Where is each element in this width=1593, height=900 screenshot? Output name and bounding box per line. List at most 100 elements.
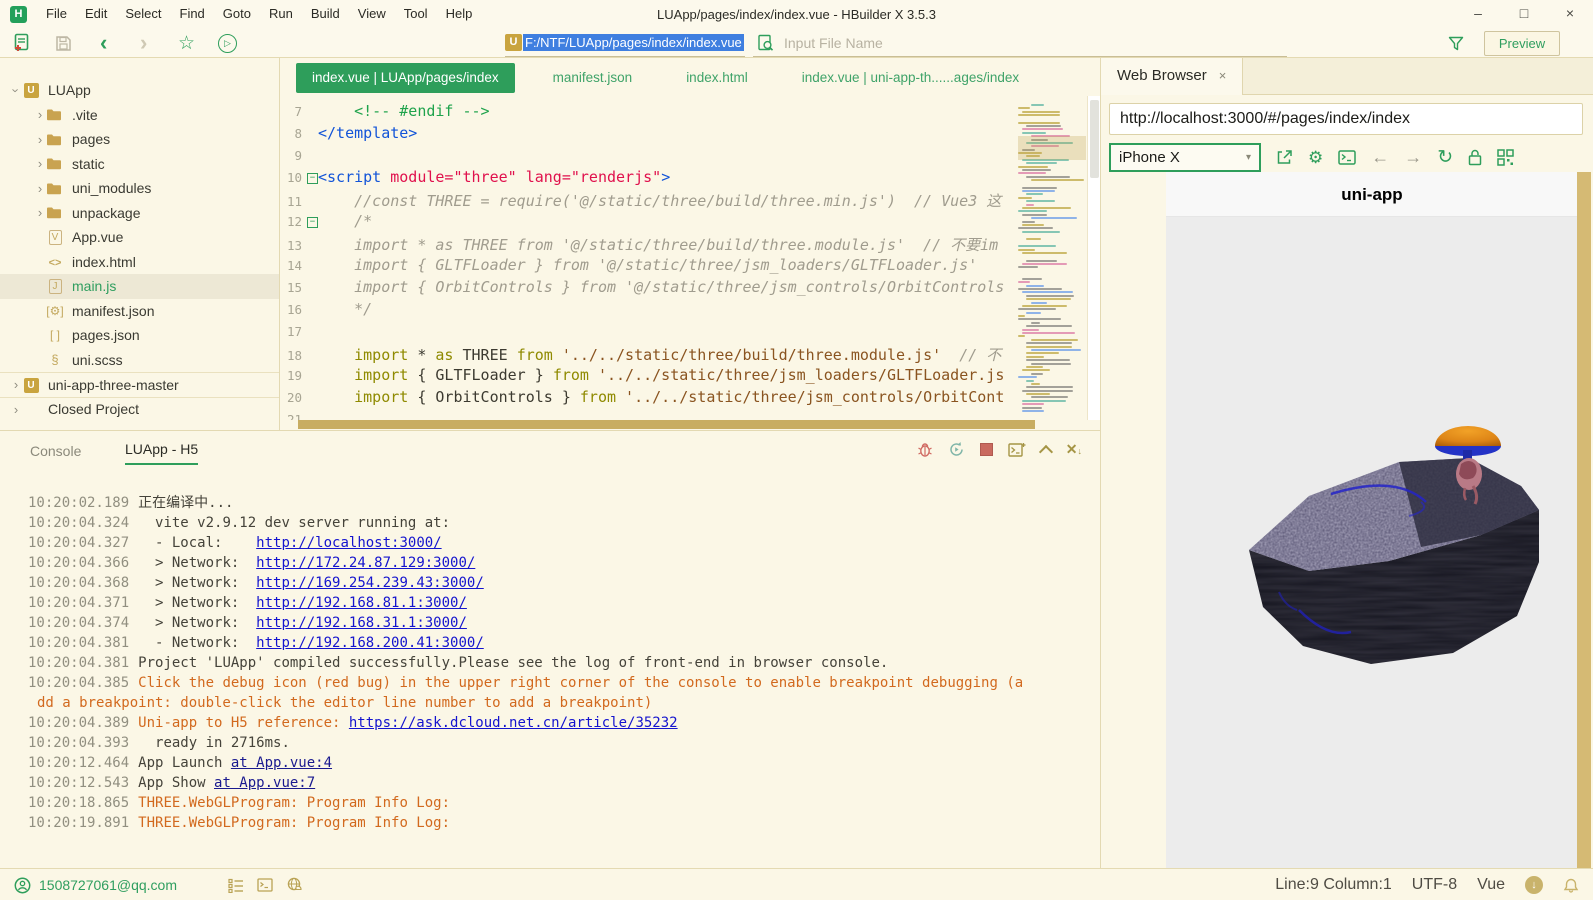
navigate-back-button[interactable]: ‹ (100, 28, 107, 58)
filter-button[interactable] (1448, 28, 1464, 58)
tree-item-pages-json[interactable]: [ ] pages.json (0, 323, 279, 348)
tree-item-main-js[interactable]: Jmain.js (0, 274, 279, 299)
line-number[interactable]: 18 (280, 348, 302, 363)
tab-web-browser[interactable]: Web Browser × (1101, 58, 1244, 95)
console-link[interactable]: https://ask.dcloud.net.cn/article/35232 (349, 715, 678, 731)
clear-icon[interactable]: ✕↓ (1066, 441, 1082, 458)
tree-item-uni-app-three-master[interactable]: › Uuni-app-three-master (0, 372, 279, 397)
collapse-icon[interactable] (1038, 444, 1053, 459)
menu-view[interactable]: View (349, 0, 395, 28)
open-external-icon[interactable] (1276, 149, 1293, 166)
close-button[interactable]: × (1547, 0, 1593, 28)
tree-item--vite[interactable]: › .vite (0, 103, 279, 128)
console-output[interactable]: 10:20:02.189 正在编译中... 10:20:04.324 vite v2… (28, 481, 1092, 868)
tree-item-index-html[interactable]: <> index.html (0, 250, 279, 275)
menu-find[interactable]: Find (171, 0, 214, 28)
line-number[interactable]: 20 (280, 390, 302, 405)
code-editor[interactable]: 7 <!-- #endif --> 8 </template> 9 10− <script… (280, 96, 1087, 420)
menu-tool[interactable]: Tool (395, 0, 437, 28)
line-number[interactable]: 13 (280, 238, 302, 253)
line-number[interactable]: 7 (280, 104, 302, 119)
tree-item-luapp[interactable]: › U LUApp (0, 78, 279, 103)
menu-goto[interactable]: Goto (214, 0, 260, 28)
device-select[interactable]: iPhone X ▾ (1109, 142, 1261, 172)
navigate-forward-button[interactable]: › (140, 28, 147, 58)
tree-chevron-icon[interactable]: › (34, 205, 46, 220)
threejs-scene[interactable] (1221, 402, 1551, 667)
back-arrow-icon[interactable]: ← (1371, 147, 1389, 168)
new-terminal-icon[interactable] (1008, 442, 1026, 458)
vertical-scrollbar-thumb[interactable] (1090, 100, 1099, 178)
menu-build[interactable]: Build (302, 0, 349, 28)
tree-item-pages[interactable]: › pages (0, 127, 279, 152)
line-number[interactable]: 19 (280, 368, 302, 383)
tree-item-uni-modules[interactable]: › uni_modules (0, 176, 279, 201)
stop-icon[interactable] (979, 443, 993, 456)
address-bar[interactable]: U F:/NTF/LUApp/pages/index/index.vue (505, 29, 745, 57)
tree-item-static[interactable]: › static (0, 152, 279, 177)
editor-tab[interactable]: manifest.json (537, 63, 649, 93)
terminal-icon[interactable] (257, 878, 273, 892)
tree-chevron-icon[interactable]: › (10, 402, 22, 417)
preview-button[interactable]: Preview (1484, 31, 1560, 56)
console-link[interactable]: http://localhost:3000/ (256, 535, 441, 551)
forward-arrow-icon[interactable]: → (1404, 147, 1422, 168)
debug-bug-icon[interactable] (917, 441, 933, 458)
tree-chevron-icon[interactable]: › (9, 84, 24, 96)
gear-icon[interactable]: ⚙ (1308, 149, 1323, 166)
terminal-icon[interactable] (1338, 149, 1356, 165)
menu-edit[interactable]: Edit (76, 0, 116, 28)
browser-tab-close-icon[interactable]: × (1219, 68, 1227, 83)
browser-url-input[interactable]: http://localhost:3000/#/pages/index/inde… (1109, 103, 1583, 135)
fold-icon[interactable]: − (307, 173, 318, 184)
line-number[interactable]: 15 (280, 280, 302, 295)
run-button[interactable]: ▷ (218, 28, 237, 58)
editor-tab[interactable]: index.vue | uni-app-th......ages/index (786, 63, 1035, 93)
line-number[interactable]: 11 (280, 194, 302, 209)
fold-icon[interactable]: − (307, 217, 318, 228)
editor-tab[interactable]: index.vue | LUApp/pages/index (296, 63, 515, 93)
line-number[interactable]: 21 (280, 412, 302, 420)
line-number[interactable]: 16 (280, 302, 302, 317)
line-number[interactable]: 12 (280, 214, 302, 229)
console-tab-luapp-h5[interactable]: LUApp - H5 (125, 441, 199, 465)
restart-icon[interactable] (948, 441, 965, 458)
tree-chevron-icon[interactable]: › (10, 377, 22, 392)
globe-icon[interactable] (286, 877, 303, 893)
menu-file[interactable]: File (37, 0, 76, 28)
tree-item-app-vue[interactable]: V App.vue (0, 225, 279, 250)
line-number[interactable]: 10 (280, 170, 302, 185)
vertical-scrollbar[interactable] (1087, 96, 1100, 420)
refresh-icon[interactable]: ↻ (1437, 148, 1453, 167)
console-link[interactable]: http://192.168.31.1:3000/ (256, 615, 467, 631)
tree-chevron-icon[interactable]: › (34, 156, 46, 171)
console-link[interactable]: at App.vue:7 (214, 775, 315, 791)
tree-chevron-icon[interactable]: › (34, 181, 46, 196)
line-number[interactable]: 14 (280, 258, 302, 273)
qrcode-icon[interactable] (1497, 148, 1514, 166)
notification-bell-icon[interactable] (1563, 877, 1579, 894)
console-link[interactable]: http://192.168.81.1:3000/ (256, 595, 467, 611)
account-email[interactable]: 1508727061@qq.com (39, 877, 177, 893)
update-download-icon[interactable]: ↓ (1525, 876, 1543, 894)
menu-select[interactable]: Select (116, 0, 170, 28)
minimap-viewport[interactable] (1018, 136, 1086, 160)
horizontal-scrollbar-thumb[interactable] (298, 420, 1035, 429)
console-link[interactable]: at App.vue:4 (231, 755, 332, 771)
console-link[interactable]: http://172.24.87.129:3000/ (256, 555, 475, 571)
minimize-button[interactable]: – (1455, 0, 1501, 28)
todo-list-icon[interactable] (228, 878, 244, 893)
save-button[interactable] (55, 28, 72, 58)
editor-tab[interactable]: index.html (670, 63, 764, 93)
line-number[interactable]: 8 (280, 126, 302, 141)
language-mode[interactable]: Vue (1477, 876, 1505, 894)
line-number[interactable]: 17 (280, 324, 302, 339)
line-number[interactable]: 9 (280, 148, 302, 163)
favorite-star-button[interactable]: ☆ (178, 28, 195, 58)
tree-item-closed-project[interactable]: › Closed Project (0, 396, 279, 422)
tree-item-uni-scss[interactable]: § uni.scss (0, 348, 279, 373)
new-file-button[interactable] (12, 28, 31, 58)
menu-help[interactable]: Help (437, 0, 482, 28)
tree-item-manifest-json[interactable]: [⚙] manifest.json (0, 299, 279, 324)
menu-run[interactable]: Run (260, 0, 302, 28)
